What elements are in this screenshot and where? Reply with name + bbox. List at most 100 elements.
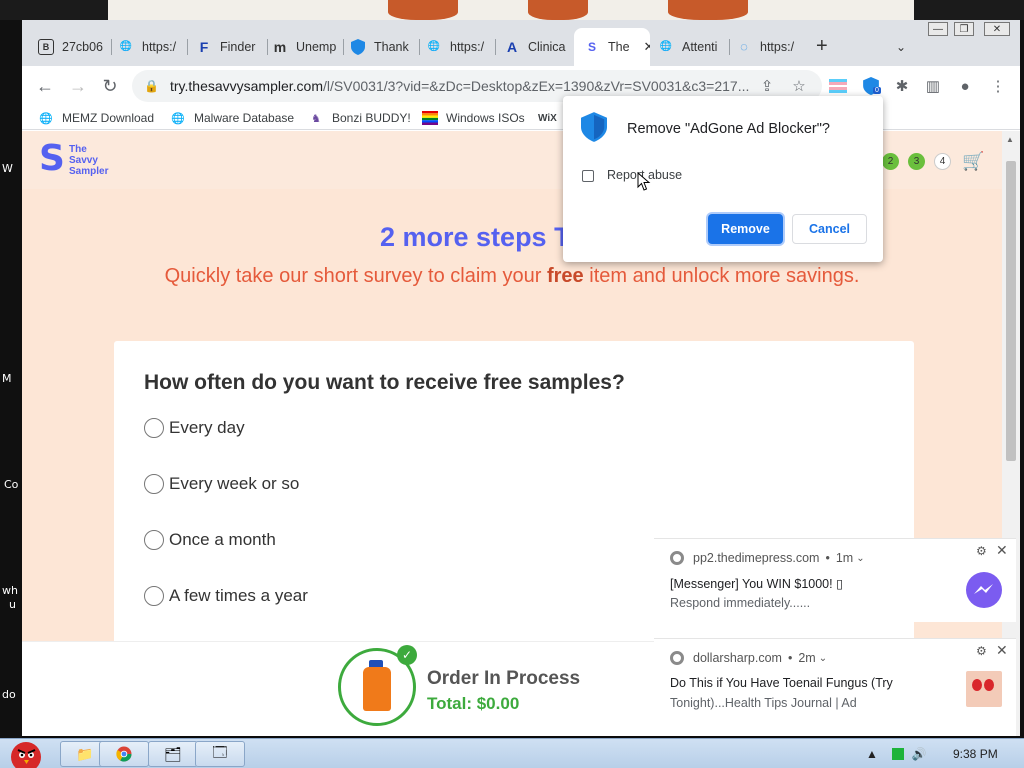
desktop-wallpaper <box>108 0 914 20</box>
tab[interactable]: m Unemp <box>272 33 344 60</box>
tab[interactable]: B 27cb06 <box>38 33 112 60</box>
adgone-extension-icon[interactable]: 0 <box>860 75 882 97</box>
tab-title: Clinica <box>528 39 566 54</box>
spinner-icon: ◌ <box>740 39 748 54</box>
globe-icon: 🌐 <box>171 112 185 125</box>
survey-option[interactable]: Every week or so <box>144 473 299 495</box>
bookmark-star-icon[interactable]: ☆ <box>788 75 810 97</box>
gear-icon[interactable]: ⚙ <box>976 644 987 658</box>
tab-title: Thank <box>374 39 409 54</box>
desktop-icon-label: u <box>9 598 16 611</box>
back-arrow-icon[interactable]: ← <box>33 74 57 98</box>
page-headline: 2 more steps T <box>380 222 571 252</box>
tab-title: https:/ <box>760 39 795 54</box>
step-indicator: 4 <box>934 153 951 170</box>
checkmark-icon: ✓ <box>397 645 417 665</box>
tab[interactable]: Thank <box>350 33 420 60</box>
tab-active[interactable]: S The ✕ <box>574 28 650 66</box>
bookmark-label: Bonzi BUDDY! <box>332 111 411 125</box>
tab[interactable]: 🌐 https:/ <box>118 33 188 60</box>
bookmark-item[interactable]: 🌐 Malware Database <box>170 108 294 128</box>
desktop-icon-label: W <box>2 162 13 175</box>
bookmark-item[interactable]: WiX <box>538 108 557 128</box>
scroll-up-arrow-icon[interactable]: ▲ <box>1006 135 1014 144</box>
profile-avatar-icon[interactable]: ● <box>954 75 976 97</box>
remove-extension-dialog: Remove "AdGone Ad Blocker"? Report abuse… <box>563 96 883 262</box>
chrome-icon <box>670 651 684 665</box>
survey-option[interactable]: Once a month <box>144 529 276 551</box>
bookmark-label: Windows ISOs <box>446 111 525 125</box>
mouse-cursor-icon <box>637 172 651 191</box>
side-panel-icon[interactable]: ▥ <box>922 75 944 97</box>
bookmark-item[interactable]: ♞ Bonzi BUDDY! <box>308 108 411 128</box>
step-indicator: 2 <box>882 153 899 170</box>
tab[interactable]: ◌ https:/ <box>736 33 806 60</box>
scrollbar-thumb[interactable] <box>1006 161 1016 461</box>
url-path: /l/SV0031/3?vid=&zDc=Desktop&zEx=1390&zV… <box>323 78 750 94</box>
tab[interactable]: 🌐 https:/ <box>426 33 496 60</box>
report-abuse-checkbox[interactable] <box>582 170 594 182</box>
radio-button[interactable] <box>144 530 164 550</box>
survey-option[interactable]: Every day <box>144 417 245 439</box>
savvy-sampler-icon: S <box>587 40 596 54</box>
taskbar-app-icon[interactable]: 🗂 <box>148 741 198 767</box>
bookmark-item[interactable]: 🌐 MEMZ Download <box>38 108 154 128</box>
radio-button[interactable] <box>144 586 164 606</box>
messenger-icon <box>966 572 1002 608</box>
menu-kebab-icon[interactable]: ⋮ <box>987 75 1009 97</box>
volume-icon[interactable]: 🔊 <box>912 747 927 761</box>
gear-icon[interactable]: ⚙ <box>976 544 987 558</box>
cancel-button[interactable]: Cancel <box>792 214 867 244</box>
bookmark-label: MEMZ Download <box>62 111 155 125</box>
notification-title: Do This if You Have Toenail Fungus (Try <box>670 676 893 690</box>
taskbar: 📁 🗂 🗔 ▲ 🔊 9:38 PM <box>0 738 1024 768</box>
savvy-sampler-logo-icon[interactable]: S <box>39 141 65 177</box>
radio-button[interactable] <box>144 474 164 494</box>
desktop-background-top <box>0 0 1024 20</box>
tab[interactable]: 🌐 Attenti <box>658 33 730 60</box>
tab[interactable]: A Clinica <box>504 33 574 60</box>
notification-card[interactable]: dollarsharp.com • 2m ⌄ Do This if You Ha… <box>654 638 1016 736</box>
extension-flag-icon[interactable] <box>827 75 849 97</box>
chrome-icon <box>670 551 684 565</box>
notification-title: [Messenger] You WIN $1000! ▯ <box>670 577 843 591</box>
minimize-button[interactable]: — <box>928 22 948 36</box>
taskbar-chrome-icon[interactable] <box>99 741 149 767</box>
tab-title: Finder <box>220 39 256 54</box>
option-label: Once a month <box>169 530 276 549</box>
option-label: Every week or so <box>169 474 300 493</box>
notification-card[interactable]: pp2.thedimepress.com • 1m ⌄ [Messenger] … <box>654 538 1016 622</box>
bookmark-label: Malware Database <box>194 111 295 125</box>
desktop-left-edge: W M Co wh u do <box>0 20 22 738</box>
taskbar-window-icon[interactable]: 🗔 <box>195 741 245 767</box>
close-window-button[interactable]: ✕ <box>984 22 1010 36</box>
globe-icon: 🌐 <box>119 41 133 52</box>
desktop-icon-label: wh <box>2 584 18 597</box>
a-letter-icon: A <box>506 38 518 55</box>
m-letter-icon: m <box>273 38 287 55</box>
close-icon[interactable]: ✕ <box>996 542 1008 559</box>
maximize-button[interactable]: ❐ <box>954 22 974 36</box>
tray-expand-icon[interactable]: ▲ <box>866 747 878 761</box>
taskbar-clock[interactable]: 9:38 PM <box>953 747 998 761</box>
close-tab-icon[interactable]: ✕ <box>644 39 650 55</box>
desktop-icon-label: M <box>2 372 12 385</box>
start-button-bird-icon[interactable] <box>2 739 50 768</box>
forward-arrow-icon[interactable]: → <box>66 74 90 98</box>
share-icon[interactable]: ⇪ <box>756 75 778 97</box>
cart-icon: 🛒 <box>962 151 985 171</box>
tab[interactable]: F Finder <box>196 33 268 60</box>
adgone-shield-icon <box>581 112 607 142</box>
close-icon[interactable]: ✕ <box>996 642 1008 659</box>
lock-icon: 🔒 <box>144 79 159 93</box>
bookmark-item[interactable]: Windows ISOs <box>422 108 525 128</box>
new-tab-button[interactable]: + <box>816 33 836 60</box>
survey-question: How often do you want to receive free sa… <box>144 371 625 394</box>
network-icon[interactable] <box>891 748 904 760</box>
puzzle-extensions-icon[interactable]: ✱ <box>891 75 913 97</box>
survey-option[interactable]: A few times a year <box>144 585 308 607</box>
radio-button[interactable] <box>144 418 164 438</box>
remove-button[interactable]: Remove <box>708 214 783 244</box>
reload-icon[interactable]: ↻ <box>98 74 122 98</box>
tab-search-chevron-icon[interactable]: ⌄ <box>896 33 912 60</box>
